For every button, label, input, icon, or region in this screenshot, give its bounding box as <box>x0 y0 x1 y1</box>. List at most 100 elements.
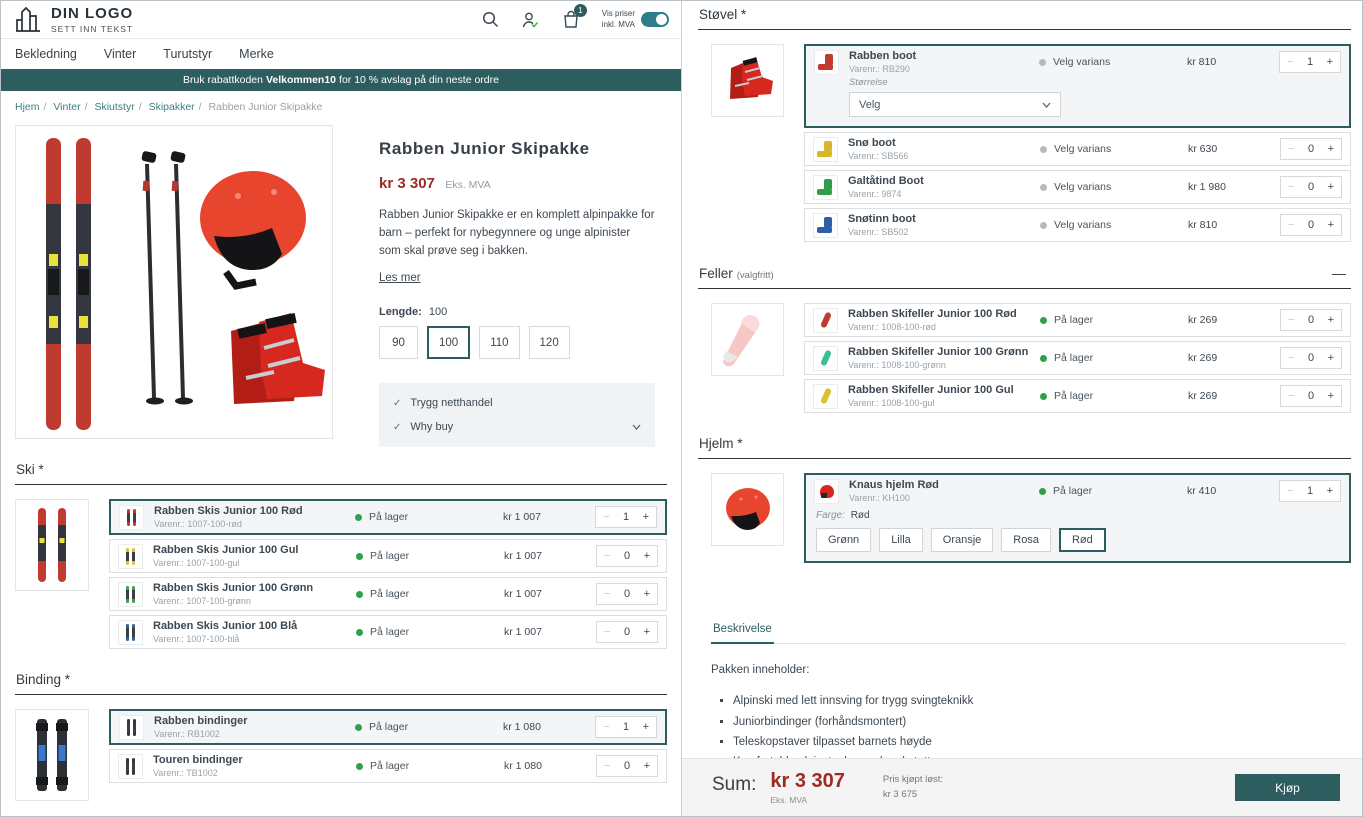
size-select-value: Velg <box>859 99 880 111</box>
increase-icon[interactable]: + <box>1327 485 1333 497</box>
increase-icon[interactable]: + <box>644 550 650 562</box>
increase-icon[interactable]: + <box>1328 181 1334 193</box>
stock-status: På lager <box>1040 390 1188 402</box>
list-item: Teleskopstaver tilpasset barnets høyde <box>733 734 1346 751</box>
sum-tax: Eks. MVA <box>770 795 845 805</box>
increase-icon[interactable]: + <box>644 760 650 772</box>
option-row-feller-gul[interactable]: Rabben Skifeller Junior 100 Gul Varenr.:… <box>804 379 1351 413</box>
size-button-120[interactable]: 120 <box>529 326 570 359</box>
option-row-boot-sno[interactable]: Snø boot Varenr.: SB566 Velg varians kr … <box>804 132 1351 166</box>
option-row-boot-galtatind[interactable]: Galtåtind Boot Varenr.: 9874 Velg varian… <box>804 170 1351 204</box>
search-icon[interactable] <box>482 11 499 28</box>
product-name: Rabben Skis Junior 100 Grønn <box>153 582 356 594</box>
quantity-stepper[interactable]: −0+ <box>1280 347 1342 369</box>
decrease-icon[interactable]: − <box>1288 181 1294 193</box>
size-select[interactable]: Velg <box>849 92 1061 117</box>
option-row-binding-touren[interactable]: Touren bindinger Varenr.: TB1002 På lage… <box>109 749 667 783</box>
breadcrumb-skipakker[interactable]: Skipakker <box>149 101 195 113</box>
option-row-boot-snotinn[interactable]: Snøtinn boot Varenr.: SB502 Velg varians… <box>804 208 1351 242</box>
quantity-stepper[interactable]: −0+ <box>1280 214 1342 236</box>
vat-toggle[interactable] <box>641 12 669 27</box>
buy-button[interactable]: Kjøp <box>1235 774 1340 801</box>
quantity-stepper[interactable]: −0+ <box>596 583 658 605</box>
color-chip-rosa[interactable]: Rosa <box>1001 528 1051 552</box>
option-row-feller-gronn[interactable]: Rabben Skifeller Junior 100 Grønn Varenr… <box>804 341 1351 375</box>
stock-status: På lager <box>355 721 503 733</box>
decrease-icon[interactable]: − <box>604 588 610 600</box>
increase-icon[interactable]: + <box>1328 314 1334 326</box>
promo-text-post: for 10 % avslag på din neste ordre <box>339 74 499 86</box>
product-sku: Varenr.: 1007-100-grønn <box>153 596 356 606</box>
quantity-stepper[interactable]: −0+ <box>1280 385 1342 407</box>
price: kr 1 007 <box>504 588 596 600</box>
collapse-icon[interactable]: — <box>1332 265 1346 281</box>
color-chip-gronn[interactable]: Grønn <box>816 528 871 552</box>
quantity-stepper[interactable]: −0+ <box>596 621 658 643</box>
quantity-stepper[interactable]: −0+ <box>1280 309 1342 331</box>
breadcrumb-hjem[interactable]: Hjem <box>15 101 40 113</box>
increase-icon[interactable]: + <box>643 721 649 733</box>
decrease-icon[interactable]: − <box>1288 352 1294 364</box>
option-row-ski-rod[interactable]: Rabben Skis Junior 100 Rød Varenr.: 1007… <box>109 499 667 535</box>
quantity-stepper[interactable]: −0+ <box>1280 176 1342 198</box>
option-row-boot-rabben[interactable]: Rabben boot Varenr.: RB290 Velg varians … <box>804 44 1351 128</box>
decrease-icon[interactable]: − <box>1287 485 1293 497</box>
logo[interactable]: DIN LOGO SETT INN TEKST <box>13 5 133 35</box>
check-icon: ✓ <box>393 422 401 433</box>
increase-icon[interactable]: + <box>1328 352 1334 364</box>
quantity-stepper[interactable]: −1+ <box>595 716 657 738</box>
cart-icon[interactable]: 1 <box>562 10 580 29</box>
decrease-icon[interactable]: − <box>603 511 609 523</box>
nav-item-merke[interactable]: Merke <box>239 47 274 61</box>
decrease-icon[interactable]: − <box>604 626 610 638</box>
product-price: kr 3 307 <box>379 175 435 192</box>
breadcrumb-skiutstyr[interactable]: Skiutstyr <box>94 101 134 113</box>
increase-icon[interactable]: + <box>1328 143 1334 155</box>
product-thumb-icon <box>814 479 839 504</box>
stock-status: På lager <box>356 588 504 600</box>
decrease-icon[interactable]: − <box>1288 314 1294 326</box>
tab-beskrivelse[interactable]: Beskrivelse <box>711 617 774 644</box>
decrease-icon[interactable]: − <box>604 760 610 772</box>
increase-icon[interactable]: + <box>1327 56 1333 68</box>
size-button-110[interactable]: 110 <box>479 326 519 359</box>
quantity-stepper[interactable]: −1+ <box>595 506 657 528</box>
decrease-icon[interactable]: − <box>1288 143 1294 155</box>
quantity-stepper[interactable]: −0+ <box>596 755 658 777</box>
account-icon[interactable] <box>521 11 540 29</box>
increase-icon[interactable]: + <box>644 626 650 638</box>
option-row-ski-gronn[interactable]: Rabben Skis Junior 100 Grønn Varenr.: 10… <box>109 577 667 611</box>
nav-item-turutstyr[interactable]: Turutstyr <box>163 47 212 61</box>
quantity-stepper[interactable]: −1+ <box>1279 480 1341 502</box>
why-buy-accordion[interactable]: ✓ Why buy <box>393 415 641 439</box>
quantity-stepper[interactable]: −0+ <box>1280 138 1342 160</box>
color-chip-oransje[interactable]: Oransje <box>931 528 994 552</box>
option-row-ski-bla[interactable]: Rabben Skis Junior 100 Blå Varenr.: 1007… <box>109 615 667 649</box>
product-short-description: Rabben Junior Skipakke er en komplett al… <box>379 207 655 260</box>
option-row-helmet-knaus[interactable]: Knaus hjelm Rød Varenr.: KH100 På lager … <box>804 473 1351 563</box>
option-row-binding-rabben[interactable]: Rabben bindinger Varenr.: RB1002 På lage… <box>109 709 667 745</box>
read-more-link[interactable]: Les mer <box>379 272 421 284</box>
product-thumb-icon <box>813 346 838 371</box>
nav-item-bekledning[interactable]: Bekledning <box>15 47 77 61</box>
color-chip-lilla[interactable]: Lilla <box>879 528 923 552</box>
color-chip-rod[interactable]: Rød <box>1059 528 1106 552</box>
decrease-icon[interactable]: − <box>603 721 609 733</box>
decrease-icon[interactable]: − <box>604 550 610 562</box>
increase-icon[interactable]: + <box>1328 219 1334 231</box>
decrease-icon[interactable]: − <box>1288 390 1294 402</box>
quantity-stepper[interactable]: −0+ <box>596 545 658 567</box>
size-button-100[interactable]: 100 <box>427 326 470 359</box>
size-selector: 90 100 110 120 <box>379 326 655 359</box>
breadcrumb-vinter[interactable]: Vinter <box>53 101 80 113</box>
increase-icon[interactable]: + <box>643 511 649 523</box>
quantity-stepper[interactable]: −1+ <box>1279 51 1341 73</box>
decrease-icon[interactable]: − <box>1287 56 1293 68</box>
option-row-feller-rod[interactable]: Rabben Skifeller Junior 100 Rød Varenr.:… <box>804 303 1351 337</box>
increase-icon[interactable]: + <box>644 588 650 600</box>
increase-icon[interactable]: + <box>1328 390 1334 402</box>
option-row-ski-gul[interactable]: Rabben Skis Junior 100 Gul Varenr.: 1007… <box>109 539 667 573</box>
size-button-90[interactable]: 90 <box>379 326 418 359</box>
decrease-icon[interactable]: − <box>1288 219 1294 231</box>
nav-item-vinter[interactable]: Vinter <box>104 47 136 61</box>
